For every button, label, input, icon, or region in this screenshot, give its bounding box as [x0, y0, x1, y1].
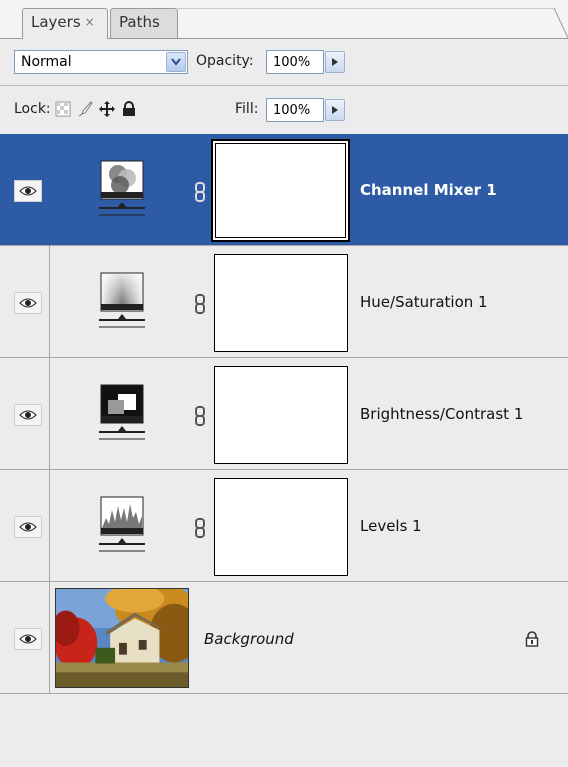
- channel-mixer-icon: [99, 160, 145, 216]
- blend-mode-value: Normal: [21, 54, 72, 70]
- layer-name: Background: [204, 630, 294, 648]
- levels-icon: [99, 496, 145, 552]
- link-icon[interactable]: [194, 182, 206, 202]
- brightness-contrast-icon: [99, 384, 145, 440]
- link-icon[interactable]: [194, 518, 206, 538]
- triangle-right-icon: [332, 106, 338, 114]
- layer-mask-thumbnail[interactable]: [214, 478, 348, 576]
- close-icon[interactable]: ×: [85, 15, 95, 29]
- visibility-cell[interactable]: [0, 358, 50, 469]
- layer-brightness-contrast-1[interactable]: Brightness/Contrast 1: [0, 358, 568, 470]
- tab-paths[interactable]: Paths: [110, 8, 178, 38]
- lock-all-icon[interactable]: [121, 101, 137, 117]
- layer-mask-thumbnail[interactable]: [214, 254, 348, 352]
- blend-mode-select[interactable]: Normal: [14, 50, 188, 74]
- lock-image-pixels-icon[interactable]: [77, 101, 93, 117]
- chevron-down-icon[interactable]: [166, 52, 186, 72]
- eye-icon[interactable]: [14, 404, 42, 426]
- hue-saturation-icon: [99, 272, 145, 328]
- opacity-slider-button[interactable]: [325, 51, 345, 73]
- link-icon[interactable]: [194, 294, 206, 314]
- layer-background[interactable]: Background: [0, 582, 568, 694]
- layer-name: Channel Mixer 1: [360, 181, 497, 199]
- visibility-cell[interactable]: [0, 582, 50, 693]
- eye-icon[interactable]: [14, 180, 42, 202]
- lock-transparent-pixels-icon[interactable]: [55, 101, 71, 117]
- eye-icon[interactable]: [14, 516, 42, 538]
- opacity-input[interactable]: 100%: [266, 50, 324, 74]
- fill-slider-button[interactable]: [325, 99, 345, 121]
- divider: [0, 85, 568, 86]
- layer-image-thumbnail[interactable]: [55, 588, 189, 688]
- tab-layers[interactable]: Layers ×: [22, 8, 108, 39]
- visibility-cell[interactable]: [0, 134, 50, 245]
- visibility-cell[interactable]: [0, 470, 50, 581]
- fill-value: 100%: [273, 103, 311, 118]
- fill-label: Fill:: [235, 101, 259, 117]
- lock-row: Lock: Fill: 100%: [0, 88, 568, 134]
- layer-hue-saturation-1[interactable]: Hue/Saturation 1: [0, 246, 568, 358]
- layer-mask-thumbnail[interactable]: [214, 366, 348, 464]
- eye-icon[interactable]: [14, 292, 42, 314]
- layer-channel-mixer-1[interactable]: Channel Mixer 1: [0, 134, 568, 246]
- layer-mask-thumbnail[interactable]: [211, 139, 350, 242]
- tab-paths-label: Paths: [119, 13, 160, 31]
- lock-position-icon[interactable]: [99, 101, 115, 117]
- tab-bar: Layers × Paths: [0, 0, 568, 39]
- visibility-cell[interactable]: [0, 246, 50, 357]
- layer-name: Brightness/Contrast 1: [360, 405, 524, 423]
- link-icon[interactable]: [194, 406, 206, 426]
- tab-layers-label: Layers: [31, 13, 81, 31]
- fill-input[interactable]: 100%: [266, 98, 324, 122]
- layer-name: Hue/Saturation 1: [360, 293, 488, 311]
- blend-row: Normal Opacity: 100%: [0, 39, 568, 85]
- opacity-label: Opacity:: [196, 53, 254, 69]
- triangle-right-icon: [332, 58, 338, 66]
- opacity-value: 100%: [273, 55, 311, 70]
- lock-label: Lock:: [14, 101, 51, 117]
- tab-bar-edge: [178, 8, 568, 38]
- lock-icon: [525, 631, 539, 647]
- layer-levels-1[interactable]: Levels 1: [0, 470, 568, 582]
- layer-name: Levels 1: [360, 517, 422, 535]
- eye-icon[interactable]: [14, 628, 42, 650]
